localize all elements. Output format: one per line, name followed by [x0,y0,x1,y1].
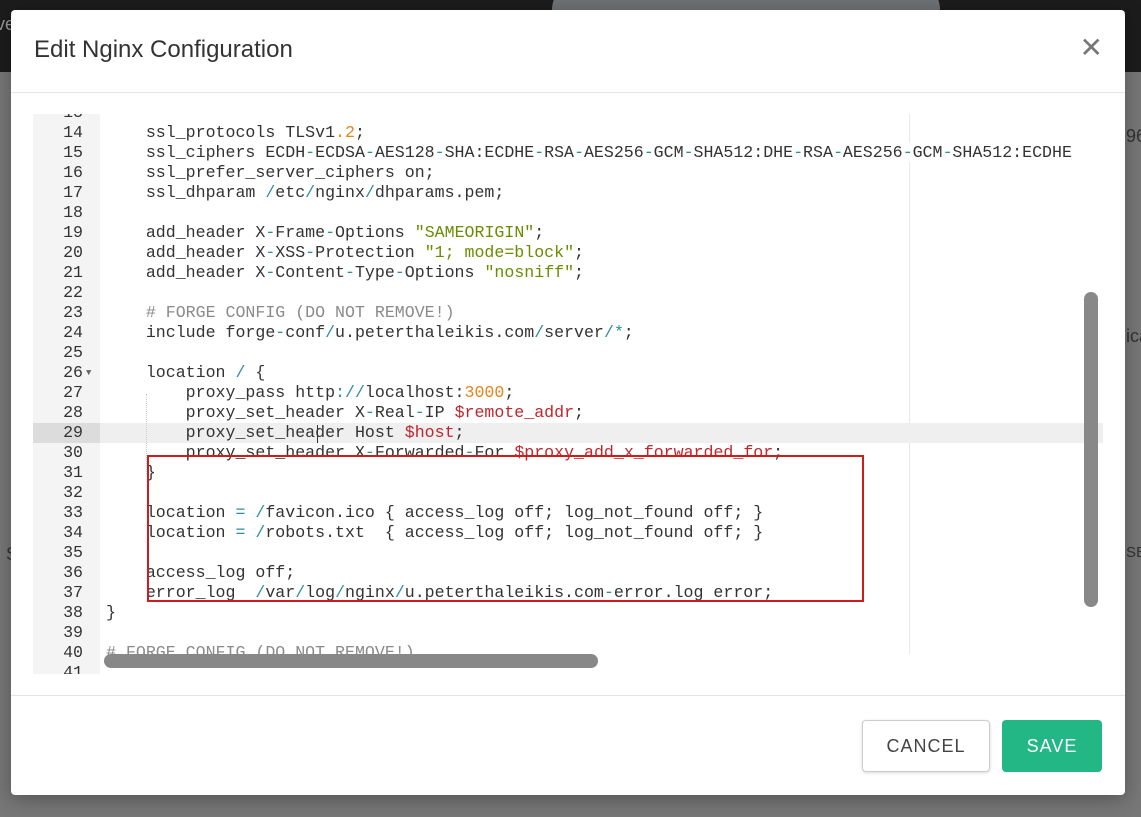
vertical-scrollbar[interactable] [1084,292,1098,607]
line-number: 41 [63,663,83,674]
code-text: proxy_set_header X-Real-IP $remote_addr; [106,403,584,422]
line-number: 17 [63,183,83,202]
code-line[interactable]: 18 [33,203,1103,223]
code-line[interactable]: 25 [33,343,1103,363]
code-text: location / { [106,363,266,382]
code-text: add_header X-XSS-Protection "1; mode=blo… [106,243,584,262]
line-number: 25 [63,343,83,362]
line-number: 15 [63,143,83,162]
code-text: proxy_pass http://localhost:3000; [106,383,515,402]
line-number: 33 [63,503,83,522]
background-text: SE [1126,544,1141,561]
code-text: ssl_dhparam /etc/nginx/dhparams.pem; [106,183,505,202]
line-number: 14 [63,123,83,142]
code-line[interactable]: 14 ssl_protocols TLSv1.2; ssl_protocols … [33,123,1103,143]
modal-footer: CANCEL SAVE [11,695,1125,796]
code-text: ssl_prefer_server_ciphers on; [106,163,435,182]
code-line[interactable]: 13 [33,114,1103,123]
code-line[interactable]: 28 proxy_set_header X-Real-IP $remote_ad… [33,403,1103,423]
code-text: add_header X-Frame-Options "SAMEORIGIN"; [106,223,545,242]
line-number: 20 [63,243,83,262]
background-text: 96 [1126,126,1141,146]
line-number: 24 [63,323,83,342]
modal-title: Edit Nginx Configuration [34,36,293,63]
fold-arrow-icon[interactable]: ▼ [86,363,91,383]
line-number: 40 [63,643,83,662]
code-line[interactable]: 15 ssl_ciphers ECDH-ECDSA-AES128-SHA:ECD… [33,143,1103,163]
line-number: 37 [63,583,83,602]
line-number: 23 [63,303,83,322]
code-editor[interactable]: 1314 ssl_protocols TLSv1.2; ssl_protocol… [33,114,1103,674]
code-line[interactable]: 19 add_header X-Frame-Options "SAMEORIGI… [33,223,1103,243]
line-number: 39 [63,623,83,642]
close-icon[interactable]: ✕ [1080,34,1103,62]
code-line[interactable]: 26▼ location / { location / { [33,363,1103,383]
modal-header: Edit Nginx Configuration ✕ [11,10,1125,93]
line-number: 16 [63,163,83,182]
code-line[interactable]: 38}} [33,603,1103,623]
code-text: } [106,603,116,622]
cancel-button[interactable]: CANCEL [862,720,990,772]
code-line[interactable]: 27 proxy_pass http://localhost:3000; pro… [33,383,1103,403]
line-number: 19 [63,223,83,242]
code-line[interactable]: 24 include forge-conf/u.peterthaleikis.c… [33,323,1103,343]
line-number: 28 [63,403,83,422]
code-line[interactable]: 22 [33,283,1103,303]
line-number: 18 [63,203,83,222]
code-line[interactable]: 29 proxy_set_header Host $host; proxy_se… [33,423,1103,443]
code-line[interactable]: 39 [33,623,1103,643]
line-number: 13 [33,114,83,123]
save-button[interactable]: SAVE [1002,720,1102,772]
line-number: 21 [63,263,83,282]
text-cursor [317,425,318,443]
code-text: ssl_ciphers ECDH-ECDSA-AES128-SHA:ECDHE-… [106,143,1072,162]
edit-nginx-modal: Edit Nginx Configuration ✕ 1314 ssl_prot… [11,10,1125,795]
line-number: 26 [63,363,83,382]
line-number: 36 [63,563,83,582]
background-text: ica [1126,326,1141,346]
line-number: 35 [63,543,83,562]
highlight-box [147,455,864,602]
line-number: 22 [63,283,83,302]
code-text: include forge-conf/u.peterthaleikis.com/… [106,323,634,342]
code-text: ssl_protocols TLSv1.2; [106,123,365,142]
code-text: add_header X-Content-Type-Options "nosni… [106,263,584,282]
code-line[interactable]: 16 ssl_prefer_server_ciphers on; ssl_pre… [33,163,1103,183]
code-text: proxy_set_header Host $host; [106,423,465,442]
line-number: 38 [63,603,83,622]
line-number: 32 [63,483,83,502]
line-number: 30 [63,443,83,462]
code-text: # FORGE CONFIG (DO NOT REMOVE!) [106,303,455,322]
horizontal-scrollbar[interactable] [104,654,598,668]
code-line[interactable]: 23 # FORGE CONFIG (DO NOT REMOVE!) [33,303,1103,323]
line-number: 31 [63,463,83,482]
line-number: 27 [63,383,83,402]
code-line[interactable]: 20 add_header X-XSS-Protection "1; mode=… [33,243,1103,263]
line-number: 34 [63,523,83,542]
line-number: 29 [33,423,100,443]
code-line[interactable]: 17 ssl_dhparam /etc/nginx/dhparams.pem; … [33,183,1103,203]
code-line[interactable]: 21 add_header X-Content-Type-Options "no… [33,263,1103,283]
